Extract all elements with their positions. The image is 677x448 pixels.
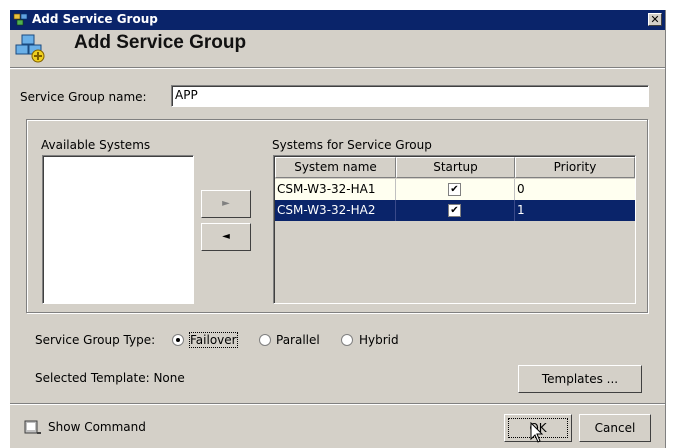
systems-table: System name Startup Priority CSM-W3-32-H…	[273, 155, 636, 304]
system-name-cell: CSM-W3-32-HA2	[275, 200, 396, 221]
systems-for-group-label: Systems for Service Group	[272, 138, 432, 152]
parallel-radio[interactable]	[259, 334, 271, 346]
system-name-cell: CSM-W3-32-HA1	[275, 179, 396, 200]
column-header-priority[interactable]: Priority	[515, 157, 635, 178]
column-header-label: Priority	[553, 160, 597, 174]
service-group-name-input[interactable]: APP	[171, 85, 649, 107]
arrow-left-icon: ◄	[222, 231, 230, 242]
show-command-icon[interactable]	[24, 420, 42, 436]
mouse-pointer-icon	[530, 422, 544, 443]
service-group-name-label: Service Group name:	[20, 90, 147, 104]
startup-checkbox[interactable]: ✔	[448, 183, 461, 196]
parallel-label[interactable]: Parallel	[276, 333, 320, 347]
footer-divider	[10, 403, 665, 405]
selected-template-label: Selected Template: None	[35, 371, 185, 385]
cancel-button-label: Cancel	[594, 421, 636, 435]
window-title: Add Service Group	[32, 12, 158, 26]
templates-button-label: Templates ...	[541, 372, 619, 386]
startup-cell: ✔	[396, 179, 515, 200]
available-systems-label: Available Systems	[41, 138, 151, 152]
available-systems-list[interactable]	[42, 155, 194, 304]
column-header-label: System name	[294, 160, 377, 174]
startup-checkbox[interactable]: ✔	[448, 204, 461, 217]
add-service-group-dialog: Add Service Group ✕ Add Service Group Se…	[10, 10, 666, 448]
close-icon: ✕	[650, 13, 660, 26]
header-divider	[10, 67, 665, 69]
priority-cell[interactable]: 1	[515, 200, 635, 221]
priority-cell[interactable]: 0	[515, 179, 635, 200]
add-group-icon	[15, 34, 45, 63]
column-header-startup[interactable]: Startup	[396, 157, 515, 178]
title-bar[interactable]: Add Service Group ✕	[10, 10, 665, 30]
templates-button[interactable]: Templates ...	[518, 365, 642, 393]
table-row[interactable]: CSM-W3-32-HA2 ✔ 1	[275, 200, 635, 221]
add-system-button[interactable]: ►	[201, 190, 251, 218]
hybrid-label[interactable]: Hybrid	[359, 333, 399, 347]
column-header-label: Startup	[433, 160, 478, 174]
service-group-type-label: Service Group Type:	[35, 333, 156, 347]
failover-label[interactable]: Failover	[189, 332, 238, 348]
dialog-header-title: Add Service Group	[74, 32, 247, 53]
hybrid-radio[interactable]	[341, 334, 353, 346]
column-header-system-name[interactable]: System name	[275, 157, 396, 178]
close-button[interactable]: ✕	[648, 13, 662, 26]
service-group-name-value: APP	[175, 88, 198, 102]
startup-cell: ✔	[396, 200, 515, 221]
arrow-right-icon: ►	[222, 198, 230, 209]
service-group-icon	[13, 13, 28, 26]
remove-system-button[interactable]: ◄	[201, 223, 251, 251]
failover-radio[interactable]	[172, 334, 184, 346]
table-row[interactable]: CSM-W3-32-HA1 ✔ 0	[275, 179, 635, 200]
cancel-button[interactable]: Cancel	[579, 414, 651, 442]
show-command-link[interactable]: Show Command	[48, 420, 146, 434]
